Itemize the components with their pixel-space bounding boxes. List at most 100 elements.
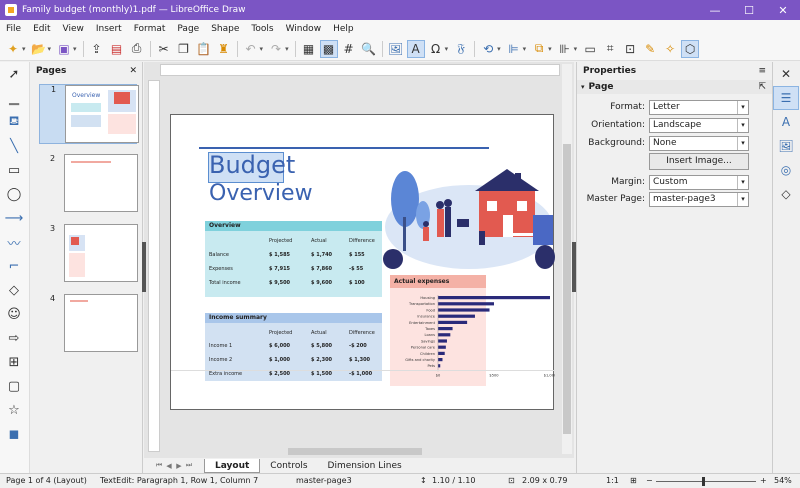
insert-image-icon[interactable]: 🖼 bbox=[387, 40, 405, 58]
insert-image-button[interactable]: Insert Image... bbox=[649, 153, 749, 170]
snap-icon[interactable]: # bbox=[340, 40, 358, 58]
fit-page-icon[interactable]: ⊞ bbox=[630, 476, 637, 485]
line-color-icon[interactable]: ▁ bbox=[0, 86, 28, 110]
family-house-illustration[interactable] bbox=[383, 167, 555, 271]
pages-panel-close-icon[interactable]: ✕ bbox=[129, 66, 137, 76]
symbol-shapes-icon[interactable]: ☺ bbox=[0, 302, 28, 326]
page-thumbnail-2[interactable]: 2 bbox=[39, 154, 138, 214]
more-options-icon[interactable]: ⇱ bbox=[758, 82, 766, 92]
gallery-deck-icon[interactable]: 🖼 bbox=[773, 134, 799, 158]
orientation-select[interactable]: Landscape ▾ bbox=[649, 118, 749, 133]
redo-dropdown-icon[interactable]: ▾ bbox=[285, 45, 289, 53]
menu-help[interactable]: Help bbox=[327, 24, 360, 34]
shapes-deck-icon[interactable]: ◇ bbox=[773, 182, 799, 206]
document-title-line1[interactable]: Budget bbox=[209, 151, 295, 179]
styles-deck-icon[interactable]: A bbox=[773, 110, 799, 134]
cut-icon[interactable]: ✂ bbox=[155, 40, 173, 58]
stars-icon[interactable]: ☆ bbox=[0, 398, 28, 422]
align-dropdown-icon[interactable]: ▾ bbox=[523, 45, 527, 53]
open-dropdown-icon[interactable]: ▾ bbox=[48, 45, 52, 53]
next-tab-icon[interactable]: ▶ bbox=[174, 462, 184, 470]
shadow-icon[interactable]: ▭ bbox=[581, 40, 599, 58]
crop-icon[interactable]: ⌗ bbox=[601, 40, 619, 58]
save-icon[interactable]: ▣ bbox=[55, 40, 73, 58]
undo-icon[interactable]: ↶ bbox=[242, 40, 260, 58]
vertical-scrollbar[interactable] bbox=[562, 64, 572, 454]
page-thumbnail-3[interactable]: 3 bbox=[39, 224, 138, 284]
distribute-dropdown-icon[interactable]: ▾ bbox=[574, 45, 578, 53]
zoom-level[interactable]: 54% bbox=[774, 476, 792, 485]
toggle-extrusion-icon[interactable]: ⬡ bbox=[681, 39, 700, 58]
fontwork-icon[interactable]: 𝔉 bbox=[452, 40, 470, 58]
undo-dropdown-icon[interactable]: ▾ bbox=[260, 45, 264, 53]
properties-deck-icon[interactable]: ☰ bbox=[773, 86, 799, 110]
tab-controls[interactable]: Controls bbox=[260, 459, 317, 473]
chevron-down-icon[interactable]: ▾ bbox=[737, 101, 748, 114]
new-dropdown-icon[interactable]: ▾ bbox=[22, 45, 26, 53]
horizontal-scroll-thumb[interactable] bbox=[288, 448, 422, 455]
rectangle-icon[interactable]: ▭ bbox=[0, 158, 28, 182]
chevron-down-icon[interactable]: ▾ bbox=[737, 137, 748, 150]
filter-icon[interactable]: ⊡ bbox=[621, 40, 639, 58]
horizontal-ruler[interactable] bbox=[160, 64, 560, 76]
menu-insert[interactable]: Insert bbox=[90, 24, 128, 34]
chevron-down-icon[interactable]: ▾ bbox=[737, 119, 748, 132]
print-icon[interactable]: ⎙ bbox=[128, 40, 146, 58]
sidebar-settings-icon[interactable]: ✕ bbox=[773, 62, 799, 86]
horizontal-scrollbar[interactable] bbox=[160, 446, 560, 456]
special-character-icon[interactable]: Ω bbox=[427, 40, 445, 58]
flowchart-icon[interactable]: ⊞ bbox=[0, 350, 28, 374]
actual-expenses-chart[interactable]: Housing Transportation Food Insurance Entert… bbox=[390, 293, 555, 389]
menu-edit[interactable]: Edit bbox=[27, 24, 56, 34]
menu-view[interactable]: View bbox=[57, 24, 90, 34]
pages-panel-collapse-handle[interactable] bbox=[142, 242, 146, 292]
curves-icon[interactable]: 〰 bbox=[0, 230, 28, 254]
callouts-icon[interactable]: ▢ bbox=[0, 374, 28, 398]
transformations-dropdown-icon[interactable]: ▾ bbox=[497, 45, 501, 53]
last-tab-icon[interactable]: ⏭ bbox=[184, 461, 194, 470]
ellipse-icon[interactable]: ◯ bbox=[0, 182, 28, 206]
background-select[interactable]: None ▾ bbox=[649, 136, 749, 151]
new-icon[interactable]: ✦ bbox=[4, 40, 22, 58]
zoom-in-icon[interactable]: + bbox=[760, 476, 767, 485]
menu-tools[interactable]: Tools bbox=[245, 24, 279, 34]
lines-arrows-icon[interactable]: ⟶ bbox=[0, 206, 28, 230]
menu-window[interactable]: Window bbox=[280, 24, 328, 34]
points-icon[interactable]: ✎ bbox=[641, 40, 659, 58]
menu-format[interactable]: Format bbox=[128, 24, 172, 34]
menu-shape[interactable]: Shape bbox=[205, 24, 245, 34]
3d-objects-icon[interactable]: ◼ bbox=[0, 422, 28, 446]
overview-table[interactable]: Overview Projected Actual Difference Bal… bbox=[205, 221, 382, 297]
navigator-deck-icon[interactable]: ◎ bbox=[773, 158, 799, 182]
open-icon[interactable]: 📂 bbox=[30, 40, 48, 58]
first-tab-icon[interactable]: ⏮ bbox=[154, 461, 164, 470]
arrange-icon[interactable]: ⧉ bbox=[530, 40, 548, 58]
maximize-button[interactable]: ☐ bbox=[732, 4, 766, 17]
align-icon[interactable]: ⊫ bbox=[505, 40, 523, 58]
select-icon[interactable]: ➚ bbox=[0, 62, 28, 86]
line-icon[interactable]: ╲ bbox=[0, 134, 28, 158]
chevron-down-icon[interactable]: ▾ bbox=[737, 176, 748, 189]
block-arrows-icon[interactable]: ⇨ bbox=[0, 326, 28, 350]
sidebar-menu-icon[interactable]: ≡ bbox=[758, 66, 766, 76]
basic-shapes-icon[interactable]: ◇ bbox=[0, 278, 28, 302]
zoom-slider-handle[interactable] bbox=[702, 477, 705, 486]
collapse-icon[interactable]: ▾ bbox=[581, 83, 585, 91]
insert-textbox-icon[interactable]: A bbox=[406, 39, 425, 58]
grid-icon[interactable]: ▦ bbox=[300, 40, 318, 58]
close-button[interactable]: ✕ bbox=[766, 4, 800, 17]
transformations-icon[interactable]: ⟲ bbox=[479, 40, 497, 58]
chevron-down-icon[interactable]: ▾ bbox=[737, 193, 748, 206]
export-icon[interactable]: ⇪ bbox=[88, 40, 106, 58]
special-character-dropdown-icon[interactable]: ▾ bbox=[445, 45, 449, 53]
vertical-scroll-thumb[interactable] bbox=[563, 144, 571, 434]
format-select[interactable]: Letter ▾ bbox=[649, 100, 749, 115]
page-section-header[interactable]: ▾ Page ⇱ bbox=[577, 80, 772, 94]
fill-color-icon[interactable]: ⛾ bbox=[0, 110, 28, 134]
tab-layout[interactable]: Layout bbox=[204, 458, 261, 473]
menu-page[interactable]: Page bbox=[171, 24, 205, 34]
vertical-ruler[interactable] bbox=[148, 80, 160, 452]
glue-points-icon[interactable]: ✧ bbox=[661, 40, 679, 58]
connectors-icon[interactable]: ⌐ bbox=[0, 254, 28, 278]
paste-icon[interactable]: 📋 bbox=[195, 40, 213, 58]
